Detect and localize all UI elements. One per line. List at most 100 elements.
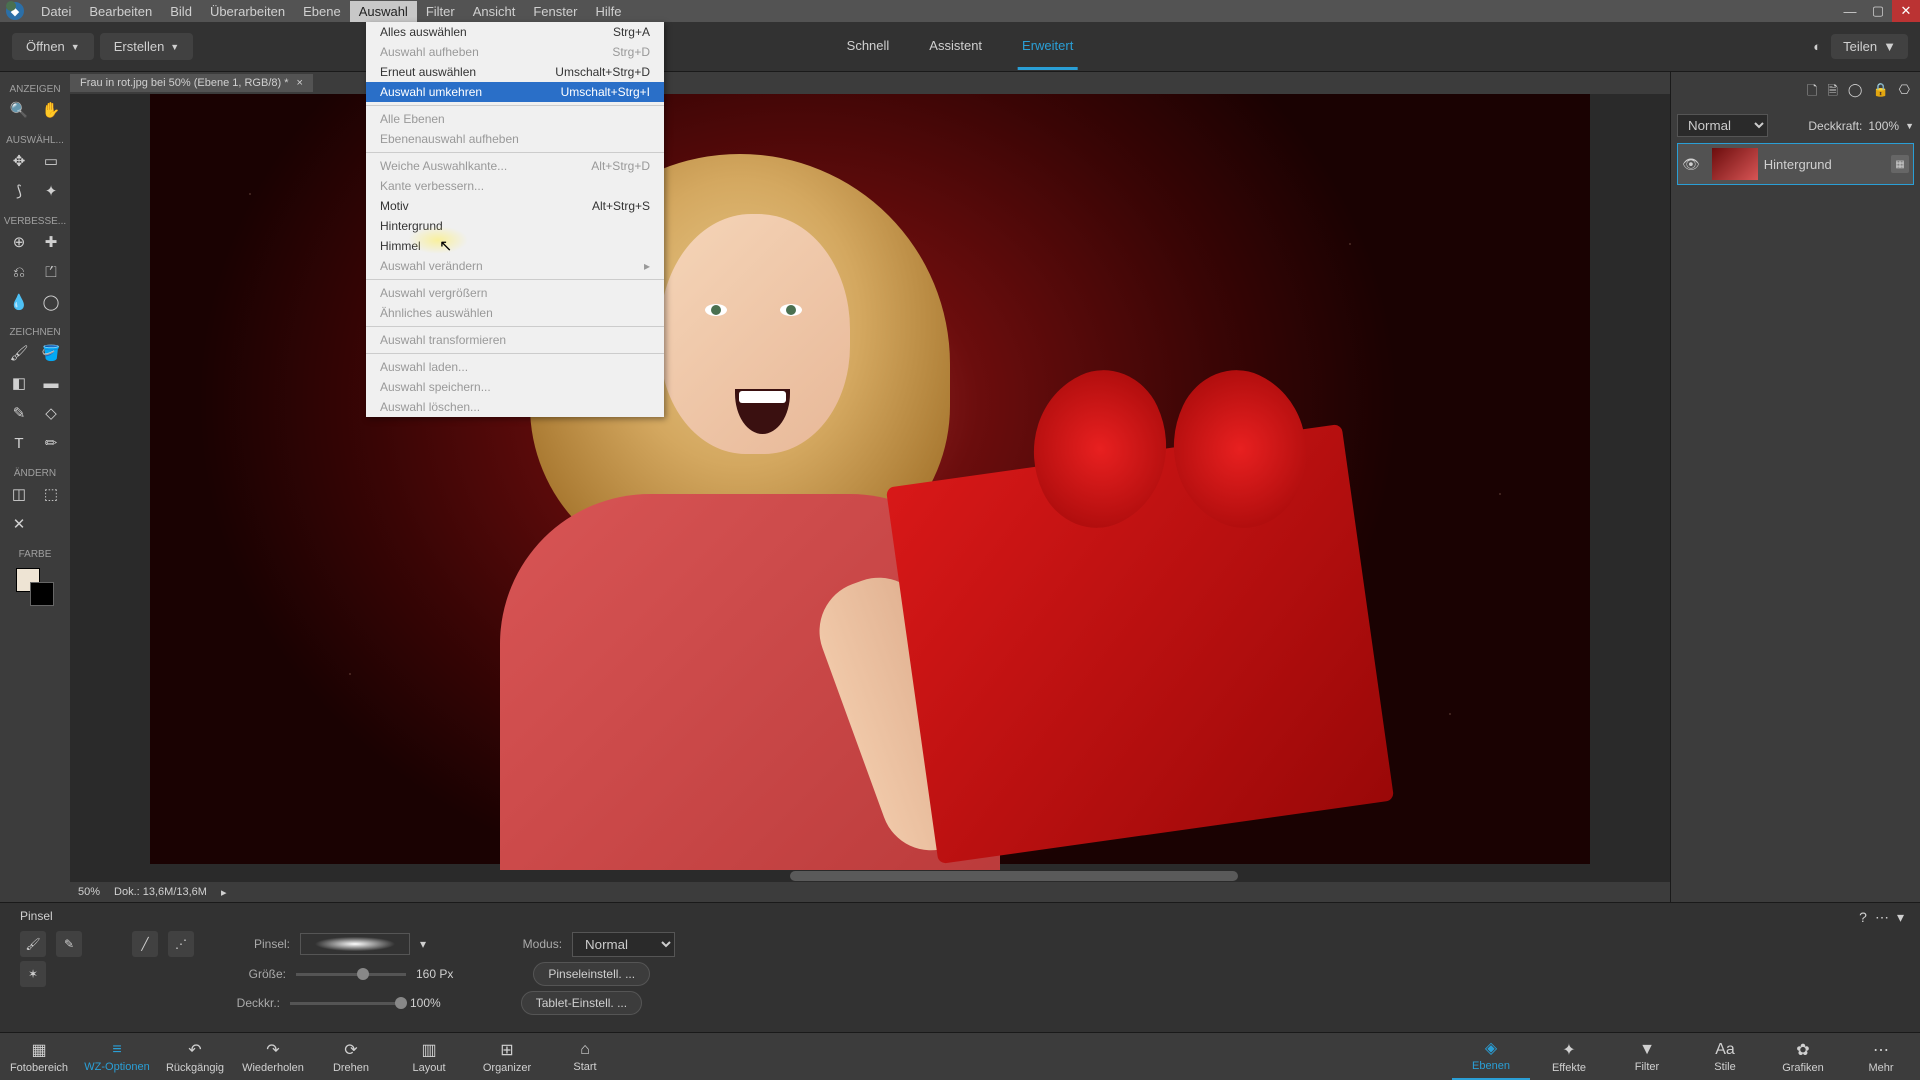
bottom-rückgängig[interactable]: ↶Rückgängig xyxy=(156,1033,234,1080)
lock-icon[interactable]: ▦ xyxy=(1891,155,1909,173)
mode-tab-erweitert[interactable]: Erweitert xyxy=(1018,24,1077,70)
move-tool[interactable]: ✥ xyxy=(8,150,30,172)
menu-datei[interactable]: Datei xyxy=(32,1,80,22)
opacity-slider[interactable] xyxy=(290,1002,400,1005)
visibility-icon[interactable]: 👁 xyxy=(1682,156,1700,173)
brush-preview[interactable] xyxy=(300,933,410,955)
sponge-tool[interactable]: ◯ xyxy=(40,291,62,313)
recompose-tool[interactable]: ⬚ xyxy=(40,483,62,505)
menu-filter[interactable]: Filter xyxy=(417,1,464,22)
bottom-stile[interactable]: AaStile xyxy=(1686,1033,1764,1080)
bottom-start[interactable]: ⌂Start xyxy=(546,1033,624,1080)
blur-tool[interactable]: 💧 xyxy=(8,291,30,313)
bottom-drehen[interactable]: ⟳Drehen xyxy=(312,1033,390,1080)
menu-item[interactable]: Alles auswählenStrg+A xyxy=(366,22,664,42)
brush-variant-4[interactable]: ⋰ xyxy=(168,931,194,957)
pencil-tool[interactable]: ✏ xyxy=(40,432,62,454)
bottom-wz-optionen[interactable]: ≡WZ-Optionen xyxy=(78,1033,156,1080)
create-button[interactable]: Erstellen▼ xyxy=(100,33,194,60)
maximize-button[interactable]: ▢ xyxy=(1864,0,1892,22)
color-swatches[interactable] xyxy=(16,568,54,606)
chevron-down-icon[interactable]: ▾ xyxy=(1897,909,1904,926)
menu-item[interactable]: Erneut auswählenUmschalt+Strg+D xyxy=(366,62,664,82)
menu-item: Weiche Auswahlkante...Alt+Strg+D xyxy=(366,156,664,176)
h-scrollbar[interactable] xyxy=(70,870,1670,882)
menu-ansicht[interactable]: Ansicht xyxy=(464,1,525,22)
close-tab-icon[interactable]: × xyxy=(297,77,303,89)
canvas[interactable] xyxy=(70,94,1670,870)
chevron-down-icon[interactable]: ▼ xyxy=(1905,121,1914,131)
bucket-tool[interactable]: 🪣 xyxy=(40,342,62,364)
text-tool[interactable]: T xyxy=(8,432,30,454)
size-slider[interactable] xyxy=(296,973,406,976)
crop-tool[interactable]: ◫ xyxy=(8,483,30,505)
bottom-mehr[interactable]: ⋯Mehr xyxy=(1842,1033,1920,1080)
bottom-layout[interactable]: ▥Layout xyxy=(390,1033,468,1080)
menu-item: Auswahl laden... xyxy=(366,357,664,377)
menu-item: Auswahl verändern xyxy=(366,256,664,276)
zoom-level[interactable]: 50% xyxy=(78,886,100,898)
menu-fenster[interactable]: Fenster xyxy=(524,1,586,22)
close-button[interactable]: ✕ xyxy=(1892,0,1920,22)
menu-ebene[interactable]: Ebene xyxy=(294,1,350,22)
menu-item: Ähnliches auswählen xyxy=(366,303,664,323)
brush-variant-1[interactable]: 🖌 xyxy=(20,931,46,957)
lasso-tool[interactable]: ⟆ xyxy=(8,180,30,202)
menu-item: Auswahl speichern... xyxy=(366,377,664,397)
brush-variant-5[interactable]: ✶ xyxy=(20,961,46,987)
bottom-organizer[interactable]: ⊞Organizer xyxy=(468,1033,546,1080)
panel-icon[interactable]: ⎔ xyxy=(1899,82,1910,104)
tablet-settings-button[interactable]: Tablet-Einstell. ... xyxy=(521,991,642,1015)
clone-tool[interactable]: ⎌ xyxy=(8,261,30,283)
brush-variant-3[interactable]: ╱ xyxy=(132,931,158,957)
bottom-grafiken[interactable]: ✿Grafiken xyxy=(1764,1033,1842,1080)
menu-auswahl[interactable]: Auswahl xyxy=(350,1,417,22)
theme-toggle-icon[interactable]: ◐ xyxy=(1813,39,1821,54)
open-button[interactable]: Öffnen▼ xyxy=(12,33,94,60)
document-tab[interactable]: Frau in rot.jpg bei 50% (Ebene 1, RGB/8)… xyxy=(70,74,313,92)
mode-tab-assistent[interactable]: Assistent xyxy=(925,24,986,70)
eraser-tool[interactable]: ◧ xyxy=(8,372,30,394)
redeye-tool[interactable]: ⊕ xyxy=(8,231,30,253)
menu-überarbeiten[interactable]: Überarbeiten xyxy=(201,1,294,22)
chevron-down-icon[interactable]: ▾ xyxy=(420,937,426,951)
bottom-ebenen[interactable]: ◈Ebenen xyxy=(1452,1033,1530,1080)
menu-bearbeiten[interactable]: Bearbeiten xyxy=(80,1,161,22)
bottom-wiederholen[interactable]: ↷Wiederholen xyxy=(234,1033,312,1080)
stamp-tool[interactable]: ⏍ xyxy=(40,261,62,283)
brush-tool[interactable]: 🖌 xyxy=(8,342,30,364)
menu-item[interactable]: Hintergrund xyxy=(366,216,664,236)
mode-tab-schnell[interactable]: Schnell xyxy=(843,24,894,70)
share-button[interactable]: Teilen▼ xyxy=(1831,34,1908,59)
mode-select[interactable]: Normal xyxy=(572,932,675,957)
wand-tool[interactable]: ✦ xyxy=(40,180,62,202)
marquee-tool[interactable]: ▭ xyxy=(40,150,62,172)
straighten-tool[interactable]: ✕ xyxy=(8,513,30,535)
eyedropper-tool[interactable]: ✎ xyxy=(8,402,30,424)
hand-tool[interactable]: ✋ xyxy=(40,99,62,121)
panel-icon[interactable]: 🔒 xyxy=(1872,82,1888,104)
menu-hilfe[interactable]: Hilfe xyxy=(586,1,630,22)
bottom-fotobereich[interactable]: ▦Fotobereich xyxy=(0,1033,78,1080)
panel-icon[interactable]: 🗋 xyxy=(1807,82,1817,104)
healing-tool[interactable]: ✚ xyxy=(40,231,62,253)
more-icon[interactable]: ⋯ xyxy=(1875,909,1889,926)
bottom-effekte[interactable]: ✦Effekte xyxy=(1530,1033,1608,1080)
panel-icon[interactable]: ◯ xyxy=(1848,82,1863,104)
help-icon[interactable]: ? xyxy=(1859,909,1867,926)
zoom-tool[interactable]: 🔍 xyxy=(8,99,30,121)
gradient-tool[interactable]: ▬ xyxy=(40,372,62,394)
menu-item[interactable]: MotivAlt+Strg+S xyxy=(366,196,664,216)
layer-row[interactable]: 👁 Hintergrund ▦ xyxy=(1677,143,1914,185)
shape-tool[interactable]: ◇ xyxy=(40,402,62,424)
bottom-filter[interactable]: ▼Filter xyxy=(1608,1033,1686,1080)
minimize-button[interactable]: — xyxy=(1836,0,1864,22)
opacity-value[interactable]: 100% xyxy=(1868,119,1899,133)
chevron-right-icon[interactable]: ▸ xyxy=(221,886,227,899)
menu-bild[interactable]: Bild xyxy=(161,1,201,22)
menu-item[interactable]: Himmel xyxy=(366,236,664,256)
brush-variant-2[interactable]: ✎ xyxy=(56,931,82,957)
brush-settings-button[interactable]: Pinseleinstell. ... xyxy=(533,962,650,986)
blend-mode-select[interactable]: Normal xyxy=(1677,114,1768,137)
panel-icon[interactable]: 🗎 xyxy=(1827,82,1837,104)
